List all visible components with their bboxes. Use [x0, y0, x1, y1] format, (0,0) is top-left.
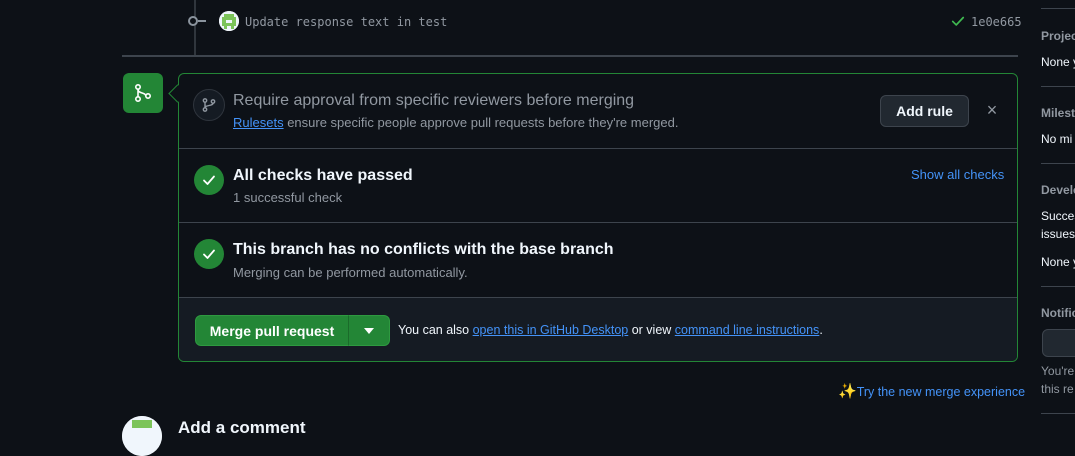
ruleset-prompt-description: Rulesets ensure specific people approve … — [233, 115, 678, 130]
check-icon[interactable] — [951, 14, 965, 31]
merge-hint-prefix: You can also — [398, 323, 473, 337]
show-all-checks-button[interactable]: Show all checks — [911, 167, 1004, 182]
section-divider — [179, 148, 1017, 149]
sidebar-notifications-text: You're — [1041, 364, 1075, 378]
timeline-separator — [122, 55, 1018, 57]
section-divider — [179, 222, 1017, 223]
merge-method-dropdown[interactable] — [348, 315, 390, 346]
sidebar-projects-heading[interactable]: Projec — [1041, 29, 1075, 43]
git-branch-icon — [193, 89, 225, 121]
sidebar-notifications-text: this re — [1041, 382, 1074, 396]
close-icon[interactable]: × — [984, 101, 1000, 119]
commit-message-link[interactable]: Update response text in test — [245, 15, 447, 29]
sidebar-development-text: issues. — [1041, 227, 1075, 241]
sidebar-divider — [1041, 286, 1075, 287]
add-rule-button[interactable]: Add rule — [880, 95, 969, 127]
commit-dot-icon — [188, 16, 198, 26]
commit-sha-link[interactable]: 1e0e665 — [971, 15, 1022, 29]
checks-status-subtitle: 1 successful check — [233, 190, 343, 205]
merge-hint-suffix: . — [819, 323, 823, 337]
check-circle-icon — [194, 165, 224, 195]
sidebar-milestone-value: No mi — [1041, 132, 1073, 146]
ruleset-prompt-title: Require approval from specific reviewers… — [233, 92, 635, 109]
conflicts-status-subtitle: Merging can be performed automatically. — [233, 265, 468, 280]
try-new-merge-experience-link[interactable]: ✨Try the new merge experience — [838, 382, 1025, 400]
commit-connector — [198, 20, 206, 22]
check-circle-icon — [194, 239, 224, 269]
merge-hint-middle: or view — [628, 323, 675, 337]
sidebar-development-value: None y — [1041, 255, 1075, 269]
rulesets-link[interactable]: Rulesets — [233, 115, 284, 130]
ruleset-description-text: ensure specific people approve pull requ… — [283, 115, 679, 130]
sidebar-projects-value: None y — [1041, 55, 1075, 69]
sidebar-divider — [1041, 8, 1075, 9]
try-new-label: Try the new merge experience — [856, 385, 1026, 399]
sidebar-divider — [1041, 163, 1075, 164]
checks-status-title: All checks have passed — [233, 167, 413, 184]
open-in-desktop-link[interactable]: open this in GitHub Desktop — [473, 323, 629, 337]
sidebar-development-heading[interactable]: Develo — [1041, 183, 1075, 197]
merge-pull-request-button[interactable]: Merge pull request — [195, 315, 349, 346]
user-avatar[interactable] — [122, 416, 162, 456]
sidebar-notifications-heading: Notific — [1041, 306, 1075, 320]
commit-author-avatar[interactable] — [219, 11, 239, 31]
add-comment-heading: Add a comment — [178, 418, 306, 437]
triangle-down-icon — [364, 327, 374, 334]
merge-hint: You can also open this in GitHub Desktop… — [398, 323, 823, 337]
conflicts-status-title: This branch has no conflicts with the ba… — [233, 241, 614, 258]
sidebar-milestone-heading[interactable]: Milest — [1041, 106, 1075, 120]
sidebar-development-text: Succes — [1041, 209, 1075, 223]
sidebar-divider — [1041, 86, 1075, 87]
subscribe-button[interactable] — [1042, 329, 1075, 357]
command-line-instructions-link[interactable]: command line instructions — [675, 323, 820, 337]
git-merge-icon — [123, 73, 163, 113]
sparkles-icon: ✨ — [838, 383, 857, 400]
sidebar-divider — [1041, 413, 1075, 414]
timeline-line — [194, 0, 196, 55]
